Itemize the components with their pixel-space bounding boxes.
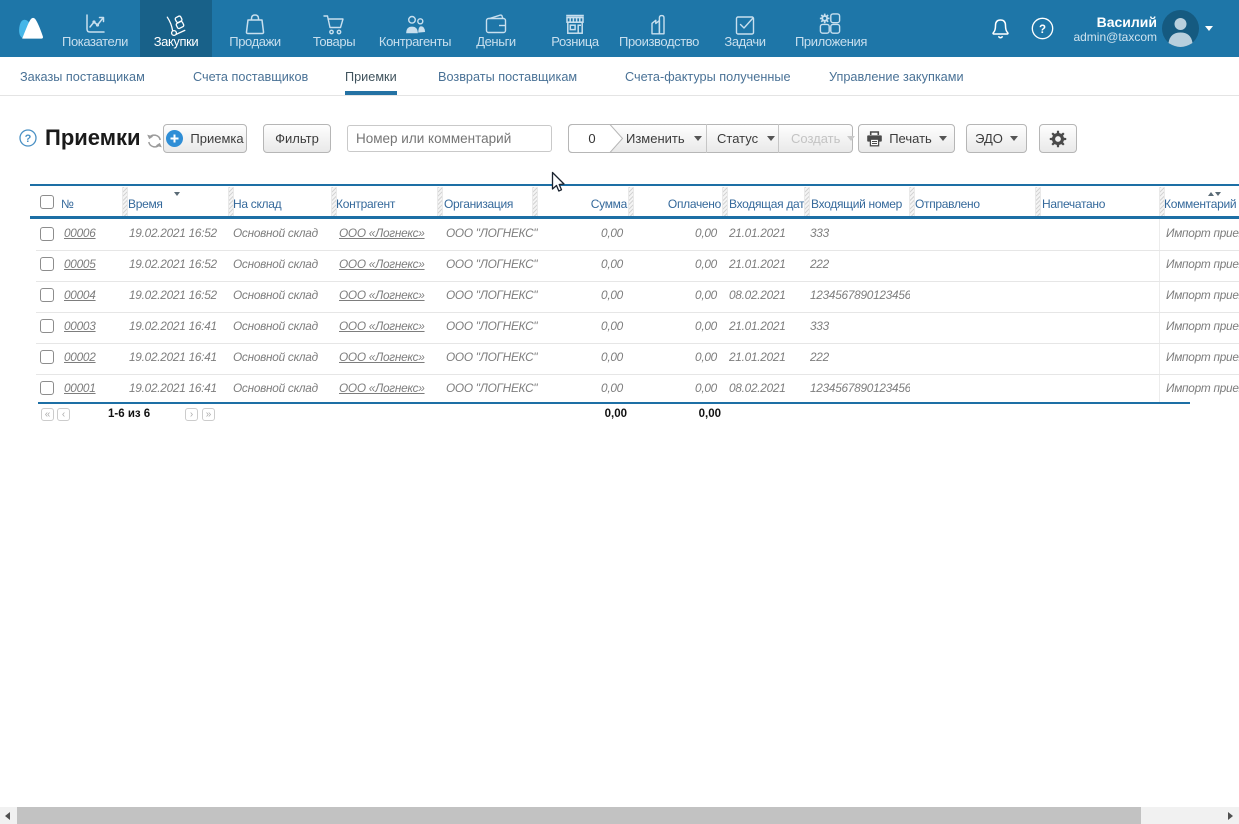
- svg-text:?: ?: [25, 133, 32, 145]
- svg-text:?: ?: [1039, 24, 1046, 36]
